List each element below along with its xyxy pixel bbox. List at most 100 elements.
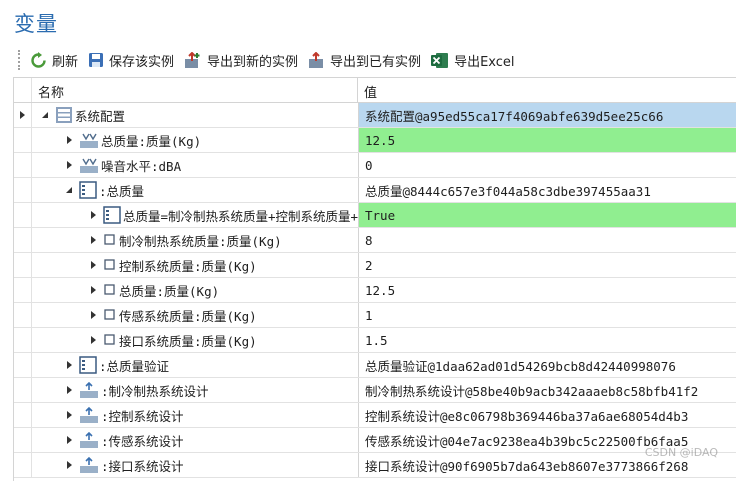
- expand-toggle-icon[interactable]: [64, 409, 76, 421]
- parameter-icon: [104, 309, 115, 320]
- row-value[interactable]: 制冷制热系统设计@58be40b9acb342aaaeb8c58bfb41f2: [358, 378, 736, 402]
- property-value-icon: [80, 158, 98, 173]
- parameter-icon: [104, 334, 115, 345]
- expand-toggle-icon[interactable]: [64, 384, 76, 396]
- tree-row[interactable]: 总质量:质量(Kg) 12.5: [14, 128, 736, 153]
- tree-row[interactable]: 控制系统质量:质量(Kg) 2: [14, 253, 736, 278]
- save-instance-button[interactable]: 保存该实例: [88, 51, 174, 70]
- row-value[interactable]: 总质量验证@1daa62ad01d54269bcb8d42440998076: [358, 353, 736, 377]
- row-label: :控制系统设计: [101, 408, 184, 424]
- row-value[interactable]: 系统配置@a95ed55ca17f4069abfe639d5ee25c66: [358, 103, 736, 127]
- expand-toggle-icon[interactable]: [88, 334, 100, 346]
- tree-row[interactable]: :制冷制热系统设计 制冷制热系统设计@58be40b9acb342aaaeb8c…: [14, 378, 736, 403]
- row-label: :制冷制热系统设计: [101, 383, 209, 399]
- expand-toggle-icon[interactable]: [64, 359, 76, 371]
- row-indicator: [14, 253, 32, 277]
- tree-row[interactable]: 总质量:质量(Kg) 12.5: [14, 278, 736, 303]
- design-block-icon: [80, 406, 98, 423]
- save-instance-label: 保存该实例: [109, 54, 175, 70]
- tree-row[interactable]: :总质量 总质量@8444c657e3f044a58c3dbe397455aa3…: [14, 178, 736, 203]
- row-indicator: [14, 178, 32, 202]
- row-label: 控制系统质量:质量(Kg): [119, 258, 257, 274]
- row-value[interactable]: 1.5: [358, 328, 736, 352]
- row-indicator: [14, 403, 32, 427]
- export-excel-label: 导出Excel: [454, 54, 515, 70]
- expand-toggle-icon[interactable]: [64, 459, 76, 471]
- row-value[interactable]: True: [358, 203, 736, 227]
- row-value[interactable]: 8: [358, 228, 736, 252]
- tree-row[interactable]: 系统配置 系统配置@a95ed55ca17f4069abfe639d5ee25c…: [14, 103, 736, 128]
- refresh-label: 刷新: [52, 54, 79, 70]
- property-value-icon: [80, 133, 98, 148]
- export-excel-button[interactable]: 导出Excel: [431, 51, 515, 70]
- watermark: CSDN @iDAQ: [644, 446, 718, 459]
- row-indicator: [14, 228, 32, 252]
- export-existing-label: 导出到已有实例: [330, 54, 422, 70]
- row-value[interactable]: 12.5: [358, 278, 736, 302]
- expand-toggle-icon[interactable]: [88, 309, 100, 321]
- row-label: 总质量=制冷制热系统质量+控制系统质量+传感系统质量+接口系统质量: [123, 208, 358, 224]
- row-value[interactable]: 2: [358, 253, 736, 277]
- tree-row[interactable]: :传感系统设计 传感系统设计@04e7ac9238ea4b39bc5c22500…: [14, 428, 736, 453]
- constraint-block-icon: [103, 206, 121, 224]
- parameter-icon: [104, 234, 115, 245]
- expand-toggle-icon[interactable]: [88, 284, 100, 296]
- row-value[interactable]: 1: [358, 303, 736, 327]
- constraint-block-icon: [79, 181, 97, 199]
- row-label: 噪音水平:dBA: [101, 158, 182, 174]
- grid-header: 名称 值: [14, 78, 736, 103]
- row-indicator: [14, 153, 32, 177]
- row-value[interactable]: 12.5: [358, 128, 736, 152]
- export-existing-icon: [309, 51, 324, 68]
- expand-toggle-icon[interactable]: [64, 134, 76, 146]
- expand-toggle-icon[interactable]: [88, 259, 100, 271]
- row-indicator: [14, 303, 32, 327]
- row-indicator: [14, 328, 32, 352]
- tree-row[interactable]: 总质量=制冷制热系统质量+控制系统质量+传感系统质量+接口系统质量 True: [14, 203, 736, 228]
- tree-row[interactable]: 噪音水平:dBA 0: [14, 153, 736, 178]
- expand-toggle-icon[interactable]: [64, 434, 76, 446]
- collapse-toggle-icon[interactable]: [40, 109, 52, 121]
- tree-row[interactable]: :总质量验证 总质量验证@1daa62ad01d54269bcb8d424409…: [14, 353, 736, 378]
- row-indicator: [14, 128, 32, 152]
- row-label: 传感系统质量:质量(Kg): [119, 308, 257, 324]
- refresh-button[interactable]: 刷新: [30, 51, 78, 70]
- row-indicator: [14, 203, 32, 227]
- tree-row[interactable]: 传感系统质量:质量(Kg) 1: [14, 303, 736, 328]
- export-new-label: 导出到新的实例: [207, 54, 299, 70]
- row-value[interactable]: 总质量@8444c657e3f044a58c3dbe397455aa31: [358, 178, 736, 202]
- variable-tree-grid: 名称 值 系统配置 系统配置@a95ed55ca17f4069abfe639d5…: [13, 77, 736, 481]
- refresh-icon: [31, 51, 46, 68]
- tree-row[interactable]: :接口系统设计 接口系统设计@90f6905b7da643eb8607e3773…: [14, 453, 736, 478]
- toolbar: 刷新 保存该实例 导出到新的实例 导出到已有实例 导出Excel: [0, 46, 736, 74]
- row-indicator: [14, 453, 32, 477]
- collapse-toggle-icon[interactable]: [64, 184, 76, 196]
- row-label: 系统配置: [75, 108, 126, 124]
- row-value[interactable]: 0: [358, 153, 736, 177]
- export-existing-button[interactable]: 导出到已有实例: [308, 51, 421, 70]
- row-indicator: [14, 103, 32, 127]
- expand-toggle-icon[interactable]: [88, 209, 100, 221]
- tree-row[interactable]: 制冷制热系统质量:质量(Kg) 8: [14, 228, 736, 253]
- expand-toggle-icon[interactable]: [88, 234, 100, 246]
- toolbar-grip: [18, 50, 22, 70]
- design-block-icon: [80, 381, 98, 398]
- parameter-icon: [104, 284, 115, 295]
- tree-row[interactable]: 接口系统质量:质量(Kg) 1.5: [14, 328, 736, 353]
- column-header-value[interactable]: 值: [364, 82, 377, 101]
- column-header-name[interactable]: 名称: [38, 82, 64, 101]
- tree-row[interactable]: :控制系统设计 控制系统设计@e8c06798b369446ba37a6ae68…: [14, 403, 736, 428]
- export-new-icon: [185, 51, 200, 68]
- row-label: :总质量: [99, 183, 145, 199]
- expand-toggle-icon[interactable]: [64, 159, 76, 171]
- constraint-block-icon: [79, 356, 97, 374]
- column-separator[interactable]: [357, 78, 358, 102]
- row-indicator: [14, 428, 32, 452]
- row-value[interactable]: 控制系统设计@e8c06798b369446ba37a6ae68054d4b3: [358, 403, 736, 427]
- row-indicator: [14, 278, 32, 302]
- row-label: 制冷制热系统质量:质量(Kg): [119, 233, 282, 249]
- page-title: 变量: [14, 12, 58, 36]
- parameter-icon: [104, 259, 115, 270]
- row-indicator: [14, 353, 32, 377]
- export-new-button[interactable]: 导出到新的实例: [184, 51, 298, 70]
